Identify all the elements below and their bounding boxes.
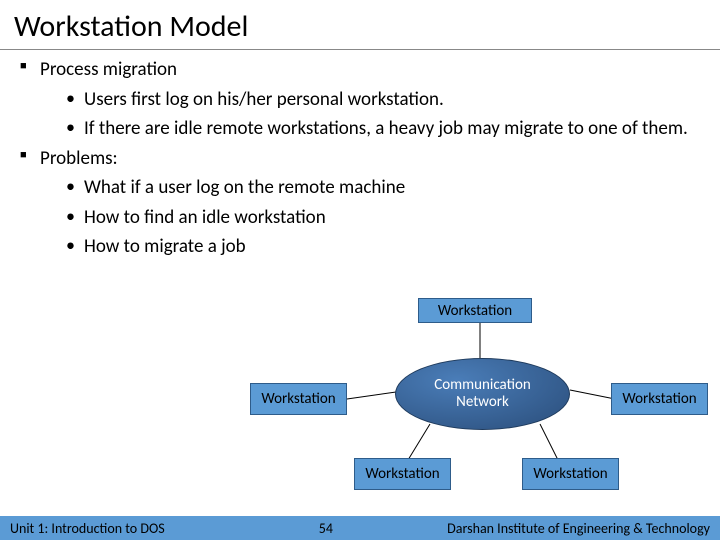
workstation-top: Workstation <box>418 298 532 323</box>
bullet-l2: Users first log on his/her personal work… <box>40 86 708 114</box>
workstation-bottom-right: Workstation <box>522 458 619 490</box>
bullet-l2: What if a user log on the remote machine <box>40 174 708 202</box>
net-line2: Network <box>456 394 509 411</box>
bullet-l2: How to migrate a job <box>40 233 708 261</box>
bullet-l1: Process migration Users first log on his… <box>12 56 708 143</box>
footer-left: Unit 1: Introduction to DOS <box>0 520 165 537</box>
footer-bar: Unit 1: Introduction to DOS 54 Darshan I… <box>0 516 720 540</box>
bullet-text: Problems: <box>40 147 118 170</box>
bullet-l2: If there are idle remote workstations, a… <box>40 115 708 143</box>
workstation-bottom-left: Workstation <box>354 458 451 490</box>
workstation-left: Workstation <box>250 383 347 415</box>
slide-title: Workstation Model <box>0 0 720 50</box>
network-node: Communication Network <box>395 358 570 430</box>
workstation-right: Workstation <box>611 383 708 415</box>
net-line1: Communication <box>434 377 531 394</box>
bullet-l1: Problems: What if a user log on the remo… <box>12 145 708 261</box>
footer-page: 54 <box>165 520 448 537</box>
bullet-text: Process migration <box>40 58 177 81</box>
slide-body: Process migration Users first log on his… <box>0 56 720 261</box>
footer-right: Darshan Institute of Engineering & Techn… <box>447 520 720 537</box>
bullet-l2: How to find an idle workstation <box>40 204 708 232</box>
